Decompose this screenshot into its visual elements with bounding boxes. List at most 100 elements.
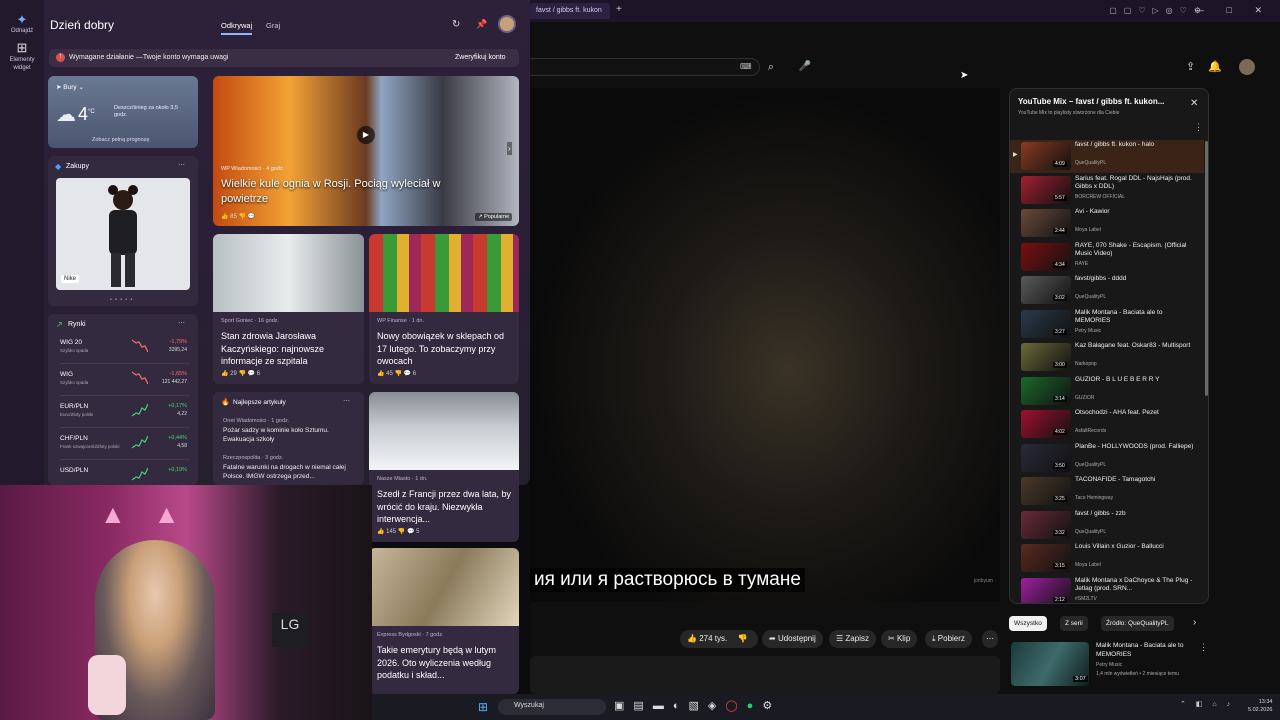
video-description[interactable] (530, 656, 1000, 694)
search-input[interactable] (530, 58, 760, 76)
browser-tab[interactable]: favst / gibbs ft. kukon (530, 3, 610, 19)
weather-location[interactable]: ➤ Bury ⌄ (56, 83, 84, 91)
keyboard-icon[interactable]: ⌨ (740, 62, 752, 71)
playlist-item[interactable]: ▶ 4:09 favst / gibbs ft. kukon - halo QueQu… (1010, 140, 1204, 173)
search-button[interactable]: ⌕ (762, 58, 780, 76)
playlist-item[interactable]: 3:25 TACONAFIDE - Tamagotchi Taco Hemingwa… (1010, 475, 1204, 508)
playlist-title[interactable]: YouTube Mix – favst / gibbs ft. kukon... (1018, 97, 1183, 106)
window-controls[interactable]: — □ ✕ (1195, 5, 1272, 16)
playlist-item[interactable]: 3:00 Kaz Bałagane feat. Oskar83 - Multisp… (1010, 341, 1204, 374)
news-reactions[interactable]: 👍 85 👎 💬 (221, 213, 255, 220)
video-title[interactable]: favst / gibbs - zzb (1075, 510, 1199, 519)
top-article-item[interactable]: Rzeczpospolita · 3 godz. Fatalne warunki… (223, 455, 353, 481)
article-title[interactable]: Fatalne warunki na drogach w niemal całe… (223, 464, 353, 481)
folder-icon[interactable]: ▬ (653, 700, 673, 712)
verify-account-button[interactable]: Zweryfikuj konto (455, 54, 506, 61)
news-title[interactable]: Stan zdrowia Jarosława Kaczyńskiego: naj… (221, 330, 357, 368)
recommended-video[interactable]: 3:07 Malik Montana - Baciata ale to MEMO… (1009, 640, 1209, 690)
market-row[interactable]: WIG 20 Szybko spada -1,79% 3395,24 (60, 336, 190, 364)
chip-source[interactable]: Źródło: QueQualityPL (1101, 616, 1174, 631)
article-title[interactable]: Pożar sadzy w kominie koło Sztumu. Ewaku… (223, 427, 353, 444)
playlist-item[interactable]: 3:27 Malik Montana - Baciata ale to MEMOR… (1010, 308, 1204, 341)
product-image[interactable] (56, 178, 190, 290)
clip-button[interactable]: ✂ Klip (881, 630, 918, 648)
news-title[interactable]: Szedł z Francji przez dwa lata, by wróci… (377, 488, 513, 526)
video-title[interactable]: Louis Villain x Guzior - Ballucci (1075, 543, 1199, 552)
news-reactions[interactable]: 👍 45 👎 💬 6 (377, 370, 416, 377)
news-title[interactable]: Nowy obowiązek w sklepach od 17 lutego. … (377, 330, 513, 368)
playlist-item[interactable]: 3:02 favst/gibbs - dddd QueQualityPL (1010, 274, 1204, 307)
playlist-item[interactable]: 2:12 Malik Montana x DaChoyce & The Plug … (1010, 576, 1204, 603)
photos-icon[interactable]: ◈ (708, 700, 725, 712)
chip-series[interactable]: Z serii (1060, 616, 1088, 631)
market-row[interactable]: WIG Szybko spada -1,65% 121 442,27 (60, 368, 190, 396)
file-explorer-icon[interactable]: ▤ (633, 700, 652, 712)
widgets-grid-icon[interactable]: ⊞ (12, 38, 32, 58)
save-button[interactable]: ☰ Zapisz (829, 630, 876, 648)
like-button[interactable]: 👍 274 tys. 👎 (680, 630, 758, 648)
more-horiz-icon[interactable]: ⋯ (343, 397, 350, 405)
header-actions[interactable]: ⇪🔔 (1186, 60, 1235, 73)
weather-widget[interactable]: ➤ Bury ⌄ ☁ 4°C Deszcz/śnieg za około 3,5… (48, 76, 198, 148)
video-title[interactable]: favst/gibbs - dddd (1075, 275, 1199, 284)
chip-all[interactable]: Wszystko (1009, 616, 1047, 631)
video-player[interactable] (530, 88, 1000, 602)
video-title[interactable]: Malik Montana - Baciata ale to MEMORIES (1075, 309, 1199, 326)
taskbar-apps[interactable]: ▣▤▬◐▧◈◯●⚙ (614, 699, 781, 712)
opera-icon[interactable]: ◯ (725, 700, 746, 712)
playlist-item[interactable]: 3:32 favst / gibbs - zzb QueQualityPL (1010, 509, 1204, 542)
playlist-item[interactable]: 3:14 GUZIOR - B L U E B E R R Y GUZIOR (1010, 375, 1204, 408)
news-card[interactable]: WP Finanse · 1 dn. Nowy obowiązek w skle… (369, 234, 519, 384)
hero-news-card[interactable]: ▶ › WP Wiadomości · 4 godz. Wielkie kule… (213, 76, 519, 226)
settings-icon[interactable]: ⚙ (762, 700, 781, 712)
pin-icon[interactable]: 📌 (476, 19, 487, 30)
more-button[interactable]: ⋯ (982, 630, 998, 648)
video-title[interactable]: Malik Montana x DaChoyce & The Plug - Je… (1075, 577, 1199, 594)
news-reactions[interactable]: 👍 145 👎 💬 5 (377, 528, 419, 535)
task-view-icon[interactable]: ▣ (614, 700, 633, 712)
more-horiz-icon[interactable]: ⋯ (178, 319, 185, 327)
market-row[interactable]: USD/PLN +0,19% (60, 464, 190, 485)
video-title[interactable]: TACONAFIDE - Tamagotchi (1075, 476, 1199, 485)
bell-icon[interactable]: 🔔 (1208, 61, 1235, 73)
more-horiz-icon[interactable]: ⋯ (178, 161, 185, 169)
avatar[interactable] (1239, 59, 1255, 75)
video-title[interactable]: RAYE, 070 Shake - Escapism. (Official Mu… (1075, 242, 1199, 259)
top-article-item[interactable]: Onet Wiadomości · 1 godz. Pożar sadzy w … (223, 418, 353, 444)
news-title[interactable]: Wielkie kule ognia w Rosji. Pociąg wylec… (221, 177, 471, 207)
video-title[interactable]: Avi - Kawior (1075, 208, 1199, 217)
news-card[interactable]: Nasze Miasto · 1 dn. Szedł z Francji prz… (369, 392, 519, 542)
download-button[interactable]: ⤓ Pobierz (925, 630, 972, 648)
rail-discover-label[interactable]: Odnajdź (0, 28, 44, 34)
video-title[interactable]: favst / gibbs ft. kukon - halo (1075, 141, 1199, 150)
tab-discover[interactable]: Odkrywaj (221, 21, 253, 35)
market-row[interactable]: EUR/PLN Euro/Złoty polski +0,17% 4,22 (60, 400, 190, 428)
new-tab-button[interactable]: + (616, 4, 622, 15)
news-card[interactable]: Sport Goniec · 16 godz. Stan zdrowia Jar… (213, 234, 364, 384)
voice-search-button[interactable]: 🎤 (796, 58, 814, 76)
share-button[interactable]: ➦ Udostępnij (762, 630, 823, 648)
market-row[interactable]: CHF/PLN Frank szwajcarski/Złoty polski +0,… (60, 432, 190, 460)
playlist-item[interactable]: 5:57 Sarius feat. Rogal DDL - NajsHajs (p… (1010, 174, 1204, 207)
news-reactions[interactable]: 👍 29 👎 💬 6 (221, 370, 260, 377)
discover-icon[interactable]: ✦ (12, 10, 32, 30)
avatar[interactable] (498, 15, 516, 33)
news-card[interactable]: Express Bydgoski · 7 godz. Takie emerytu… (369, 548, 519, 694)
more-vert-icon[interactable]: ⋮ (1199, 642, 1208, 653)
system-tray[interactable]: ⌃ ◧ ⌂ ♪ (1180, 700, 1234, 708)
playlist-item[interactable]: 4:34 RAYE, 070 Shake - Escapism. (Officia… (1010, 241, 1204, 274)
chevron-right-icon[interactable]: › (507, 142, 512, 155)
news-title[interactable]: Takie emerytury będą w lutym 2026. Oto w… (377, 644, 513, 682)
browser-toolbar-icons[interactable]: ▢▢♡▷◎♡⚙ (1109, 6, 1208, 15)
tab-play[interactable]: Graj (266, 21, 280, 30)
carousel-dots[interactable]: • • • • • (110, 297, 133, 303)
playlist-item[interactable]: 3:50 PlanBe - HOLLYWOODS (prod. Falliepe)… (1010, 442, 1204, 475)
thumbs-down-icon[interactable]: 👎 (737, 634, 747, 643)
channel-name[interactable]: Petry Music (1096, 662, 1122, 668)
edge-icon[interactable]: ◐ (673, 700, 689, 712)
playlist-scrollbar[interactable] (1205, 141, 1208, 396)
video-title[interactable]: GUZIOR - B L U E B E R R Y (1075, 376, 1199, 385)
video-title[interactable]: Sarius feat. Rogal DDL - NajsHajs (prod.… (1075, 175, 1199, 192)
taskbar-clock[interactable]: 13:34 5.02.2026 (1248, 698, 1272, 714)
play-icon[interactable]: ▶ (357, 126, 375, 144)
